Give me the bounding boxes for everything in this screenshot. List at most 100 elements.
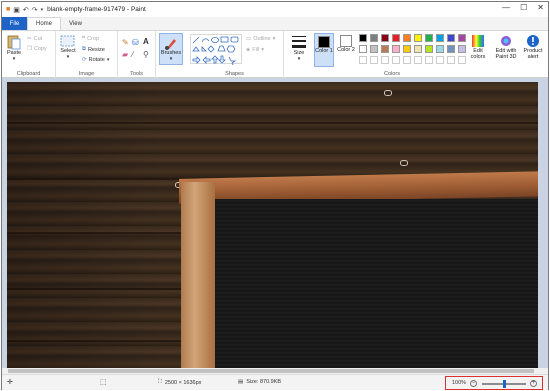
scissors-icon: ✂ <box>27 36 32 42</box>
edit-colors-button[interactable]: Edit colors <box>466 34 490 60</box>
tools-group-label: Tools <box>130 71 143 77</box>
zoom-out-button[interactable]: − <box>470 380 477 387</box>
alert-icon <box>527 35 539 47</box>
file-size: ▤ Size: 870.9KB <box>238 379 282 385</box>
color-swatch[interactable] <box>436 34 444 42</box>
fill-bucket-icon[interactable]: ⛁ <box>132 38 139 47</box>
blackboard <box>213 199 538 368</box>
fill-icon: ◈ <box>246 47 251 53</box>
window-title: blank-empty-frame-917479 - Paint <box>47 6 146 13</box>
dimensions-icon: ⛶ <box>158 379 162 385</box>
custom-color-swatch[interactable] <box>359 56 367 64</box>
custom-color-swatch[interactable] <box>458 56 466 64</box>
select-button[interactable]: Select ▾ <box>60 34 76 60</box>
close-button[interactable]: ✕ <box>537 3 544 12</box>
color-swatch[interactable] <box>359 34 367 42</box>
copy-button[interactable]: ❐ Copy <box>27 46 47 52</box>
paint-window: ■ ▣ ↶ ↷ ▾ blank-empty-frame-917479 - Pai… <box>1 1 549 390</box>
custom-color-swatch[interactable] <box>436 56 444 64</box>
color-swatch[interactable] <box>425 45 433 53</box>
image-group: Select ▾ ⌗ Crop ⧉ Resize ⟳ Rotate ▾ Image <box>56 31 118 78</box>
color2-swatch <box>340 35 352 47</box>
color-palette <box>359 34 469 68</box>
disk-icon: ▤ <box>238 379 244 385</box>
custom-color-swatch[interactable] <box>403 56 411 64</box>
color-wheel-icon <box>472 35 484 47</box>
color-swatch[interactable] <box>436 45 444 53</box>
paste-button[interactable]: Paste ▾ <box>7 34 21 62</box>
zoom-slider-thumb[interactable] <box>502 380 506 388</box>
color1-swatch <box>318 36 330 48</box>
size-button[interactable]: Size ▾ <box>288 34 310 62</box>
tab-home[interactable]: Home <box>27 17 62 30</box>
color-swatch[interactable] <box>447 34 455 42</box>
save-icon[interactable]: ▣ <box>13 6 20 14</box>
tab-view[interactable]: View <box>61 17 90 30</box>
brushes-button[interactable]: Brushes ▾ <box>159 33 183 65</box>
line-size-icon <box>292 36 306 48</box>
crop-button[interactable]: ⌗ Crop <box>82 35 99 42</box>
resize-icon: ⧉ <box>82 46 86 52</box>
ribbon: Paste ▾ ✂ Cut ❐ Copy Clipboard Select ▾ ⌗ C… <box>2 30 548 78</box>
custom-color-swatch[interactable] <box>370 56 378 64</box>
color-swatch[interactable] <box>458 34 466 42</box>
resize-button[interactable]: ⧉ Resize <box>82 46 105 53</box>
color2-button[interactable]: Color 2 <box>336 35 356 53</box>
zoom-in-button[interactable]: + <box>530 380 537 387</box>
image-canvas[interactable] <box>7 82 538 368</box>
color-swatch[interactable] <box>359 45 367 53</box>
text-icon[interactable]: A <box>143 37 149 46</box>
magnifier-icon[interactable]: ⚲ <box>143 50 149 59</box>
colors-group-label: Colors <box>384 71 400 77</box>
custom-color-swatch[interactable] <box>447 56 455 64</box>
color-swatch[interactable] <box>458 45 466 53</box>
redo-icon[interactable]: ↷ <box>32 6 38 14</box>
brush-icon <box>165 39 176 50</box>
minimize-button[interactable]: — <box>502 3 510 12</box>
color-swatch[interactable] <box>403 34 411 42</box>
scrollbar-thumb[interactable] <box>8 369 534 373</box>
shapes-gallery[interactable] <box>190 34 242 66</box>
product-alert-button[interactable]: Product alert <box>521 34 545 60</box>
status-bar: ✛ ⬚ ⛶ 2500 × 1636px ▤ Size: 870.9KB 100%… <box>2 374 548 390</box>
edit-with-paint3d-button[interactable]: Edit with Paint 3D <box>491 34 521 60</box>
cut-button[interactable]: ✂ Cut <box>27 36 42 42</box>
zoom-level: 100% <box>452 380 467 386</box>
fill-dropdown[interactable]: ◈ Fill ▾ <box>246 47 264 53</box>
tools-group: ✎ ⛁ A ▰ ⁄ ⚲ Tools <box>118 31 156 78</box>
image-dimensions: ⛶ 2500 × 1636px <box>158 379 202 386</box>
custom-color-swatch[interactable] <box>425 56 433 64</box>
paint3d-icon <box>501 36 511 46</box>
color-swatch[interactable] <box>425 34 433 42</box>
custom-color-swatch[interactable] <box>414 56 422 64</box>
pencil-icon[interactable]: ✎ <box>122 38 129 47</box>
color1-button[interactable]: Color 1 <box>314 33 334 67</box>
ribbon-tabs: File Home View <box>2 17 548 30</box>
tab-file[interactable]: File <box>2 17 27 30</box>
eraser-icon[interactable]: ▰ <box>122 50 128 59</box>
color-swatch[interactable] <box>392 45 400 53</box>
color-swatch[interactable] <box>370 34 378 42</box>
image-group-label: Image <box>78 71 95 77</box>
color-swatch[interactable] <box>414 45 422 53</box>
color-swatch[interactable] <box>447 45 455 53</box>
color-swatch[interactable] <box>370 45 378 53</box>
custom-color-swatch[interactable] <box>392 56 400 64</box>
custom-color-swatch[interactable] <box>381 56 389 64</box>
customize-qat-icon[interactable]: ▾ <box>41 7 44 13</box>
maximize-button[interactable]: ☐ <box>520 3 527 12</box>
undo-icon[interactable]: ↶ <box>23 6 29 14</box>
select-rectangle-icon <box>60 35 75 47</box>
color-swatch[interactable] <box>381 34 389 42</box>
color-swatch[interactable] <box>381 45 389 53</box>
color-swatch[interactable] <box>403 45 411 53</box>
paste-icon <box>7 35 21 50</box>
frame-left-edge <box>181 182 215 368</box>
quick-access-toolbar: ■ ▣ ↶ ↷ ▾ <box>2 6 43 14</box>
rotate-icon: ⟳ <box>82 57 87 63</box>
rotate-button[interactable]: ⟳ Rotate ▾ <box>82 57 109 63</box>
color-swatch[interactable] <box>392 34 400 42</box>
outline-dropdown[interactable]: ▭ Outline ▾ <box>246 36 275 42</box>
color-swatch[interactable] <box>414 34 422 42</box>
color-picker-icon[interactable]: ⁄ <box>132 50 133 59</box>
